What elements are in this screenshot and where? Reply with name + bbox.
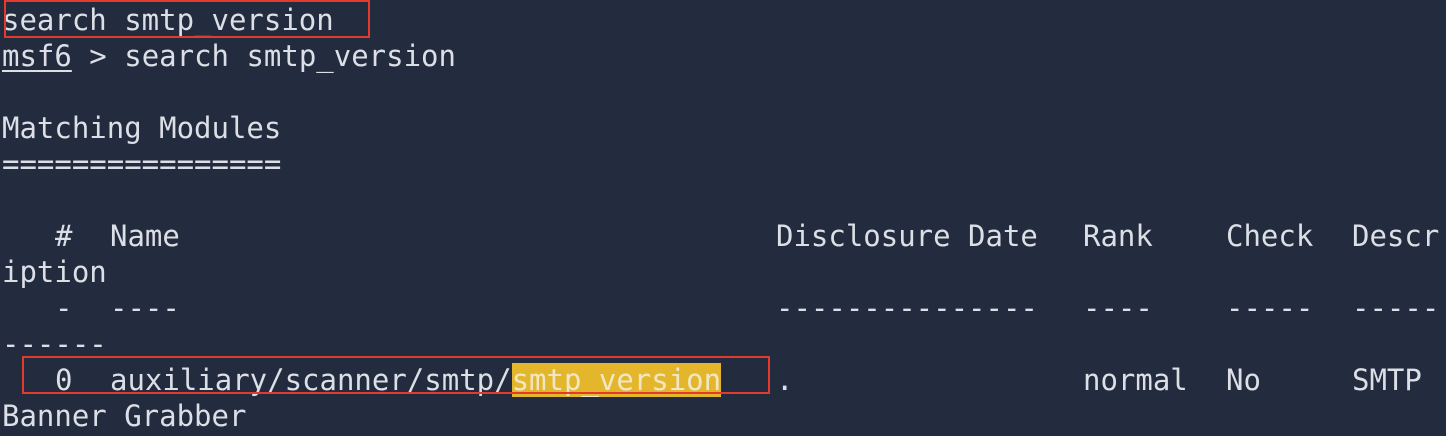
separator-date: --------------- <box>776 291 1038 325</box>
header-disclosure-date: Disclosure Date <box>776 219 1038 253</box>
matching-modules-heading: Matching Modules <box>2 111 282 145</box>
separator-check: ----- <box>1226 291 1314 325</box>
prompt-command: search smtp_version <box>124 39 456 73</box>
row-rank: normal <box>1083 363 1188 397</box>
typed-command: search smtp_version <box>2 3 334 37</box>
row-check: No <box>1226 363 1261 397</box>
header-name: Name <box>110 219 180 253</box>
header-description: Descr <box>1352 219 1440 253</box>
terminal-window[interactable]: search smtp_version msf6 > search smtp_v… <box>0 0 1446 436</box>
row-module-name: auxiliary/scanner/smtp/smtp_version <box>110 362 722 398</box>
separator-num: - <box>55 291 73 325</box>
heading-rule: ================ <box>2 147 282 181</box>
prompt-name: msf6 <box>2 39 72 73</box>
separator-name: ---- <box>110 291 180 325</box>
header-rank: Rank <box>1083 219 1153 253</box>
row-description: SMTP <box>1352 363 1422 397</box>
row-description-wrap: Banner Grabber <box>2 399 247 433</box>
header-num: # <box>55 219 73 253</box>
row-num: 0 <box>55 363 73 397</box>
separator-description: ----- <box>1352 291 1440 325</box>
header-check: Check <box>1226 219 1314 253</box>
separator-description-wrap: ------ <box>2 327 107 361</box>
header-description-wrap: iption <box>2 255 107 289</box>
prompt-separator: > <box>71 39 125 73</box>
prompt-line: msf6 > search smtp_version <box>2 38 456 74</box>
row-disclosure-date: . <box>776 363 794 397</box>
search-match-highlight: smtp_version <box>511 363 722 397</box>
separator-rank: ---- <box>1083 291 1153 325</box>
module-path-prefix: auxiliary/scanner/smtp/ <box>110 363 512 397</box>
